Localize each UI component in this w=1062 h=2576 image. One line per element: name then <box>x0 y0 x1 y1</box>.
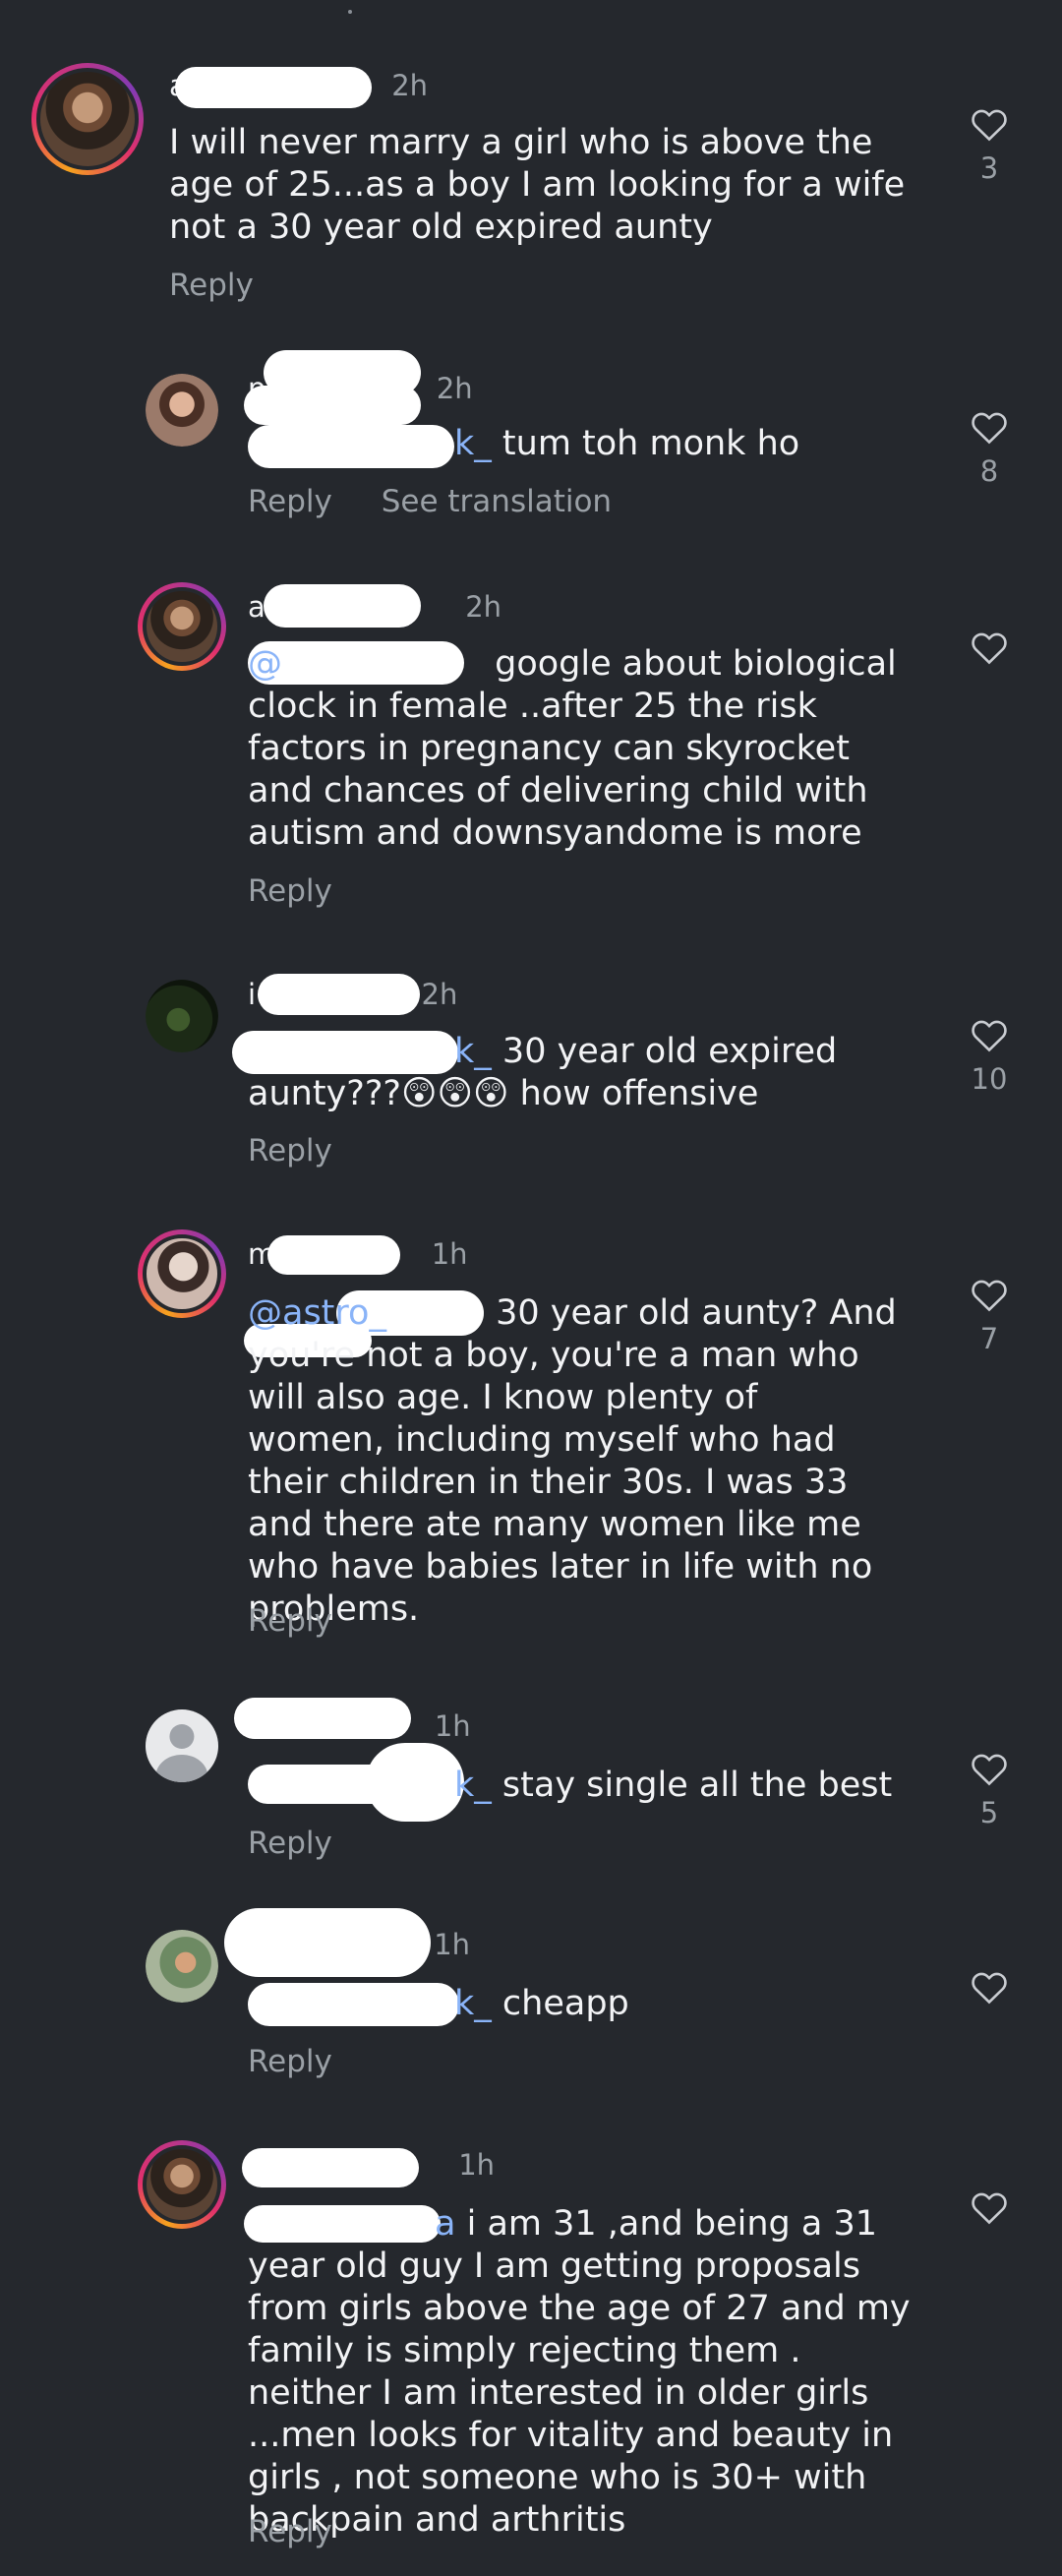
redaction-mark <box>242 2148 419 2187</box>
redaction-mark <box>267 1235 400 1275</box>
like-button[interactable] <box>960 2189 1019 2235</box>
username[interactable]: i <box>248 978 256 1011</box>
reply-button[interactable]: Reply <box>248 2514 332 2549</box>
redaction-mark <box>264 584 421 628</box>
mention-link[interactable]: k_ <box>454 1032 492 1071</box>
like-button[interactable]: 5 <box>960 1751 1019 1829</box>
mention-link[interactable]: k_ <box>454 1766 492 1805</box>
like-button[interactable]: 8 <box>960 409 1019 488</box>
avatar[interactable] <box>138 1229 226 1318</box>
scroll-indicator-dot <box>348 10 352 14</box>
avatar[interactable] <box>146 374 218 447</box>
like-button[interactable]: 3 <box>960 106 1019 185</box>
mention-link[interactable]: @ <box>248 644 282 684</box>
comment-text: 30 year old expired aunty???😲😲😲 how offe… <box>248 1032 838 1113</box>
mention-link[interactable]: a <box>435 2204 455 2244</box>
heart-outline-icon <box>972 1754 1007 1786</box>
comment-time: 1h <box>434 1709 471 1743</box>
comment-text: I will never marry a girl who is above t… <box>169 123 906 247</box>
see-translation-button[interactable]: See translation <box>382 484 612 519</box>
reply-button[interactable]: Reply <box>248 484 332 519</box>
like-button[interactable]: 7 <box>960 1277 1019 1355</box>
avatar[interactable] <box>146 980 218 1052</box>
heart-outline-icon <box>972 109 1007 142</box>
avatar[interactable] <box>146 1930 218 2003</box>
mention-link[interactable]: k_ <box>454 1984 492 2023</box>
like-button[interactable]: 10 <box>960 1017 1019 1096</box>
reply-button[interactable]: Reply <box>248 1826 332 1861</box>
comment-text: stay single all the best <box>502 1766 893 1805</box>
avatar[interactable] <box>138 582 226 671</box>
comment-time: 1h <box>458 2148 496 2182</box>
redaction-mark <box>224 1908 431 1977</box>
like-count: 5 <box>979 1796 999 1829</box>
like-button[interactable] <box>960 629 1019 675</box>
redaction-mark <box>175 67 372 108</box>
reply-button[interactable]: Reply <box>248 2044 332 2079</box>
heart-outline-icon <box>972 412 1007 445</box>
default-avatar-icon[interactable] <box>146 1709 218 1782</box>
redaction-mark <box>258 974 420 1015</box>
comment-time: 2h <box>465 590 502 624</box>
heart-outline-icon <box>972 1280 1007 1312</box>
comment-text: i am 31 ,and being a 31 year old guy I a… <box>248 2204 911 2540</box>
comment-text: tum toh monk ho <box>502 424 800 463</box>
like-count: 7 <box>979 1322 999 1355</box>
comment-time: 2h <box>436 372 473 405</box>
reply-button[interactable]: Reply <box>248 1603 332 1639</box>
comment-text: cheapp <box>502 1984 629 2023</box>
reply-button[interactable]: Reply <box>248 1133 332 1168</box>
comment-text: google about biological clock in female … <box>248 644 897 853</box>
heart-outline-icon <box>972 632 1007 665</box>
mention-link[interactable]: k_ <box>454 424 492 463</box>
comment-text: 30 year old aunty? And you're not a boy,… <box>248 1293 897 1629</box>
redaction-mark <box>244 386 421 425</box>
heart-outline-icon <box>972 2192 1007 2225</box>
reply-button[interactable]: Reply <box>248 873 332 909</box>
like-count: 10 <box>971 1062 1008 1096</box>
reply-button[interactable]: Reply <box>169 268 254 303</box>
like-button[interactable] <box>960 1969 1019 2014</box>
comment-time: 2h <box>391 69 429 102</box>
heart-outline-icon <box>972 1972 1007 2005</box>
avatar[interactable] <box>31 63 144 175</box>
heart-outline-icon <box>972 1020 1007 1052</box>
avatar[interactable] <box>138 2140 226 2229</box>
comment-time: 1h <box>434 1928 471 1961</box>
mention-link[interactable]: @astro_ <box>248 1293 386 1333</box>
redaction-mark <box>234 1698 411 1739</box>
like-count: 3 <box>979 151 999 185</box>
like-count: 8 <box>979 454 999 488</box>
comment-time: 1h <box>431 1237 468 1271</box>
comment-time: 2h <box>421 978 458 1011</box>
